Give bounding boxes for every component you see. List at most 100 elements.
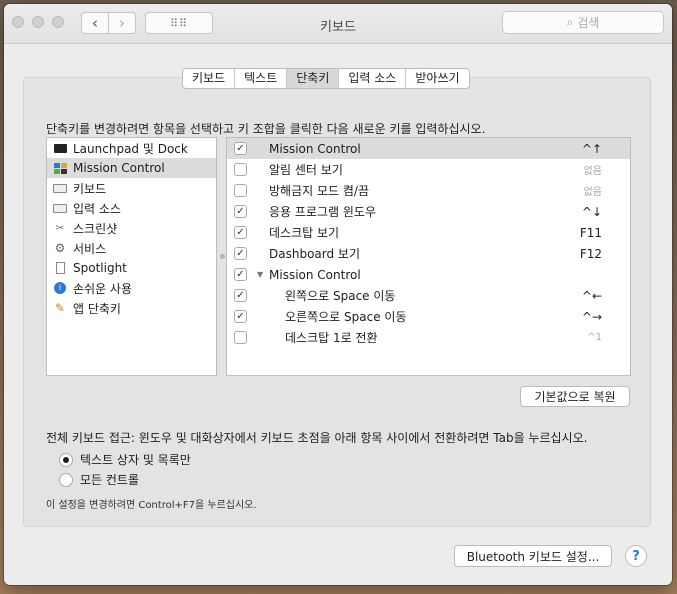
- shortcut-checkbox[interactable]: ✓: [234, 289, 247, 302]
- radio-label: 모든 컨트롤: [80, 473, 140, 487]
- tab-3[interactable]: 입력 소스: [339, 69, 407, 88]
- services-gear-icon: ⚙: [54, 241, 66, 255]
- shortcut-key[interactable]: ^↑: [582, 142, 602, 156]
- shortcut-checkbox[interactable]: ✓: [234, 226, 247, 239]
- tab-0[interactable]: 키보드: [183, 69, 236, 88]
- shortcut-row[interactable]: ✓ ▼ Mission Control: [227, 264, 630, 285]
- category-item[interactable]: ✎ 앱 단축키: [47, 298, 216, 318]
- shortcut-label: Mission Control: [269, 141, 361, 156]
- splitter-handle[interactable]: [220, 254, 225, 259]
- checkmark-icon: ✓: [236, 310, 245, 322]
- shortcut-label: Dashboard 보기: [269, 247, 360, 261]
- shortcut-checkbox[interactable]: ✓: [234, 205, 247, 218]
- category-label: 스크린샷: [73, 221, 118, 236]
- shortcut-checkbox[interactable]: ✓: [234, 310, 247, 323]
- title-bar: ‹ › ⠿⠿ 키보드 ⌕ 검색: [4, 4, 672, 44]
- keyboard-access-footnote: 이 설정을 변경하려면 Control+F7을 누르십시오.: [46, 500, 257, 511]
- tab-4[interactable]: 받아쓰기: [406, 69, 468, 88]
- input-source-icon: [53, 202, 67, 215]
- shortcut-checkbox[interactable]: ✓: [234, 142, 247, 155]
- shortcut-checkbox[interactable]: ✓: [234, 247, 247, 260]
- shortcut-label: 응용 프로그램 윈도우: [269, 205, 376, 219]
- radio-label: 텍스트 상자 및 목록만: [80, 453, 191, 467]
- shortcut-checkbox[interactable]: [234, 331, 247, 344]
- tab-bar: 키보드 텍스트 단축키 입력 소스 받아쓰기: [182, 68, 470, 89]
- search-icon: ⌕: [566, 15, 574, 29]
- category-label: Spotlight: [73, 261, 127, 275]
- checkmark-icon: ✓: [236, 247, 245, 259]
- instruction-text: 단축키를 변경하려면 항목을 선택하고 키 조합을 클릭한 다음 새로운 키를 …: [46, 122, 486, 136]
- mission-control-icon: [53, 162, 67, 175]
- shortcut-checkbox[interactable]: ✓: [234, 268, 247, 281]
- category-item[interactable]: Mission Control: [47, 158, 216, 178]
- category-label: 키보드: [73, 181, 107, 196]
- shortcut-key[interactable]: ^←: [582, 289, 602, 303]
- shortcut-row[interactable]: 방해금지 모드 켬/끔 없음: [227, 180, 630, 201]
- radio-button[interactable]: [59, 472, 73, 487]
- search-placeholder: 검색: [577, 16, 600, 30]
- question-mark-icon: ?: [632, 548, 640, 564]
- category-label: 입력 소스: [73, 201, 121, 216]
- shortcut-key[interactable]: F12: [580, 247, 602, 261]
- shortcut-checkbox[interactable]: [234, 163, 247, 176]
- category-label: Launchpad 및 Dock: [73, 141, 188, 156]
- keyboard-preferences-window: ‹ › ⠿⠿ 키보드 ⌕ 검색 키보드 텍스트 단축키 입력 소스 받아쓰기 단축키를 …: [4, 4, 672, 585]
- tab-1[interactable]: 텍스트: [235, 69, 288, 88]
- shortcut-row[interactable]: ✓ 왼쪽으로 Space 이동 ^←: [227, 285, 630, 306]
- category-item[interactable]: 키보드: [47, 178, 216, 198]
- shortcut-label: Mission Control: [269, 267, 361, 282]
- shortcut-label: 데스크탑 보기: [269, 226, 340, 240]
- category-item[interactable]: i 손쉬운 사용: [47, 278, 216, 298]
- checkmark-icon: ✓: [236, 268, 245, 280]
- shortcut-key[interactable]: 없음: [584, 183, 602, 198]
- app-shortcuts-icon: ✎: [54, 301, 66, 315]
- checkmark-icon: ✓: [236, 205, 245, 217]
- shortcut-key[interactable]: ^↓: [582, 205, 602, 219]
- checkmark-icon: ✓: [236, 226, 245, 238]
- restore-defaults-button[interactable]: 기본값으로 복원: [520, 386, 630, 407]
- shortcut-key[interactable]: ^1: [587, 332, 602, 343]
- shortcut-row[interactable]: ✓ 응용 프로그램 윈도우 ^↓: [227, 201, 630, 222]
- shortcut-key[interactable]: 없음: [584, 162, 602, 177]
- shortcut-row[interactable]: ✓ Dashboard 보기 F12: [227, 243, 630, 264]
- shortcut-label: 데스크탑 1로 전환: [285, 331, 378, 345]
- shortcut-row[interactable]: ✓ Mission Control ^↑: [227, 138, 630, 159]
- checkmark-icon: ✓: [236, 142, 245, 154]
- checkmark-icon: ✓: [236, 289, 245, 301]
- radio-button[interactable]: [59, 452, 73, 467]
- category-item[interactable]: Spotlight: [47, 258, 216, 278]
- disclosure-triangle-icon[interactable]: ▼: [257, 270, 263, 279]
- keyboard-icon: [53, 182, 67, 195]
- tab-2[interactable]: 단축키: [287, 69, 340, 88]
- spotlight-icon: [53, 262, 67, 275]
- category-label: 앱 단축키: [73, 301, 121, 316]
- category-label: Mission Control: [73, 161, 165, 175]
- bluetooth-keyboard-setup-button[interactable]: Bluetooth 키보드 설정...: [454, 545, 612, 567]
- shortcut-row[interactable]: ✓ 데스크탑 보기 F11: [227, 222, 630, 243]
- shortcut-checkbox[interactable]: [234, 184, 247, 197]
- launchpad-dock-icon: [53, 142, 67, 155]
- radio-text-boxes-lists[interactable]: 텍스트 상자 및 목록만: [59, 451, 191, 468]
- shortcut-label: 왼쪽으로 Space 이동: [285, 289, 396, 303]
- category-item[interactable]: Launchpad 및 Dock: [47, 138, 216, 158]
- screenshot-icon: ✂: [55, 222, 65, 234]
- accessibility-icon: i: [53, 282, 67, 295]
- help-button[interactable]: ?: [625, 545, 647, 567]
- category-item[interactable]: ⚙ 서비스: [47, 238, 216, 258]
- shortcut-label: 알림 센터 보기: [269, 163, 343, 177]
- shortcut-label: 방해금지 모드 켬/끔: [269, 184, 369, 198]
- category-item[interactable]: ✂ 스크린샷: [47, 218, 216, 238]
- category-label: 손쉬운 사용: [73, 281, 133, 296]
- search-field[interactable]: ⌕ 검색: [502, 11, 664, 34]
- keyboard-access-title: 전체 키보드 접근: 윈도우 및 대화상자에서 키보드 초점을 아래 항목 사이…: [46, 431, 588, 445]
- category-item[interactable]: 입력 소스: [47, 198, 216, 218]
- shortcut-row[interactable]: ✓ 오른쪽으로 Space 이동 ^→: [227, 306, 630, 327]
- radio-all-controls[interactable]: 모든 컨트롤: [59, 471, 139, 488]
- shortcut-label: 오른쪽으로 Space 이동: [285, 310, 407, 324]
- shortcut-list[interactable]: ✓ Mission Control ^↑ 알림 센터 보기 없음 방해금지 모드 켬/끔 없…: [226, 137, 631, 376]
- shortcut-row[interactable]: 데스크탑 1로 전환 ^1: [227, 327, 630, 348]
- shortcut-key[interactable]: ^→: [582, 310, 602, 324]
- shortcut-row[interactable]: 알림 센터 보기 없음: [227, 159, 630, 180]
- shortcut-key[interactable]: F11: [580, 226, 602, 240]
- category-list[interactable]: Launchpad 및 Dock Mission Control 키보드입력 소스 ✂…: [46, 137, 217, 376]
